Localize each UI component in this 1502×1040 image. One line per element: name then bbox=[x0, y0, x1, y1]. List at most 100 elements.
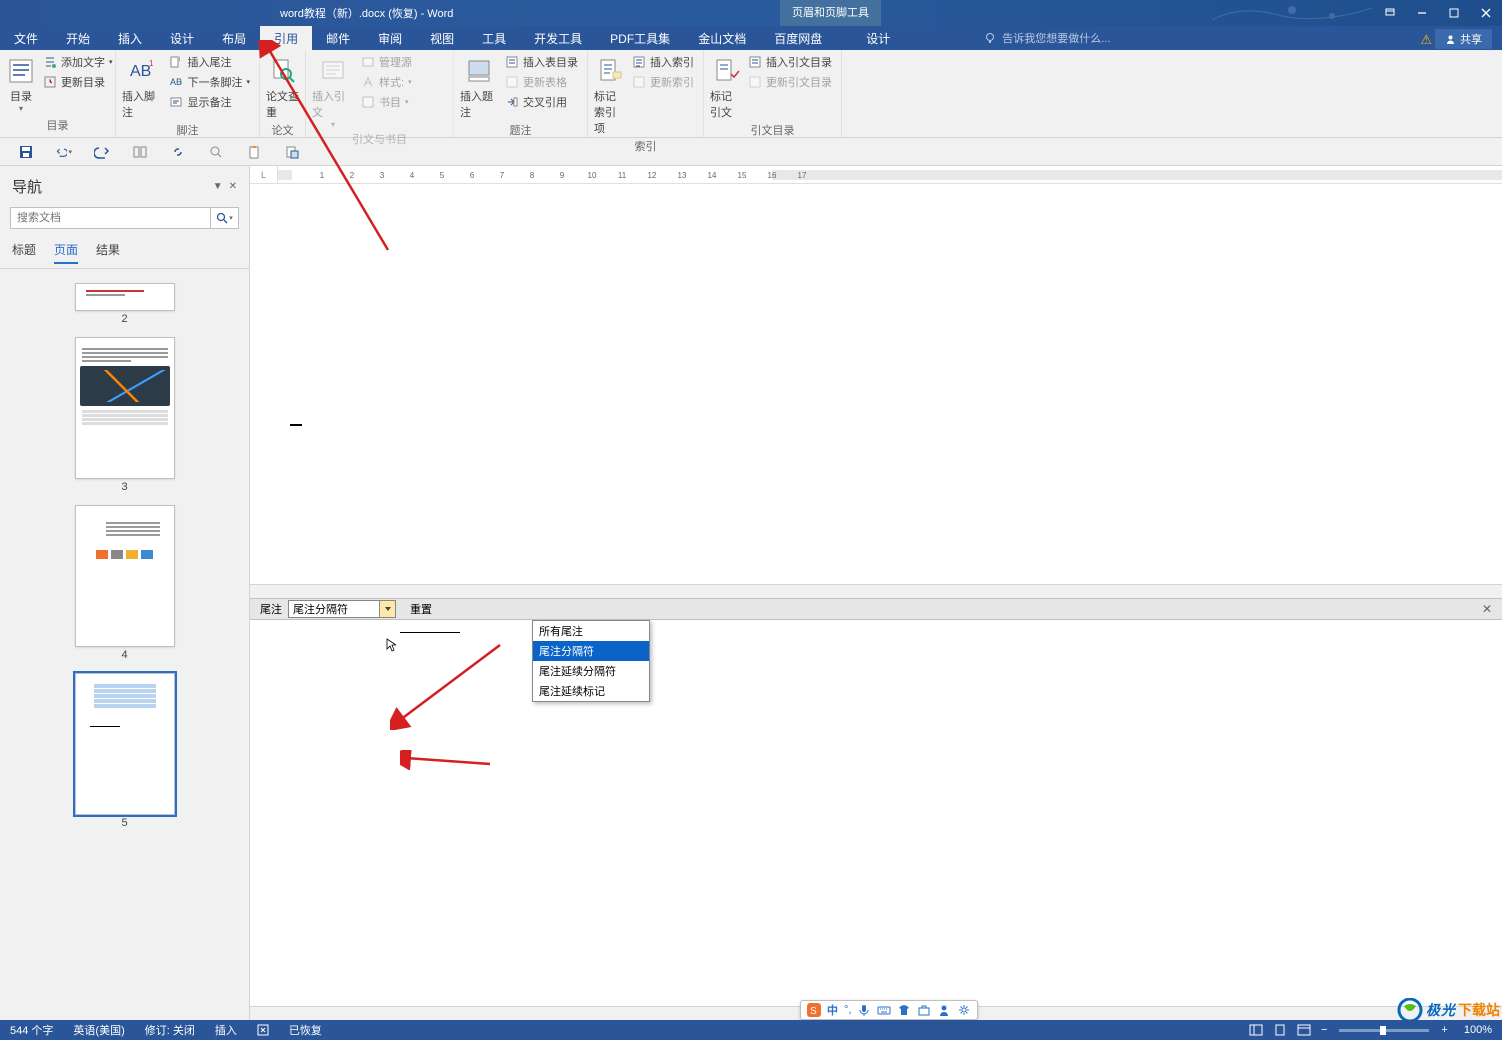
status-insert[interactable]: 插入 bbox=[205, 1022, 247, 1038]
endnote-body[interactable] bbox=[250, 620, 1502, 1020]
view-read-icon[interactable] bbox=[1245, 1020, 1267, 1040]
ime-punct-icon[interactable]: °, bbox=[844, 1004, 851, 1016]
tab-mailings[interactable]: 邮件 bbox=[312, 26, 364, 50]
tab-hf-design[interactable]: 设计 bbox=[852, 26, 904, 50]
redo-button[interactable] bbox=[94, 144, 110, 160]
endnote-close-button[interactable]: ✕ bbox=[1476, 602, 1498, 616]
status-revisions[interactable]: 修订: 关闭 bbox=[135, 1022, 205, 1038]
insert-tof-button[interactable]: 插入表目录 bbox=[502, 52, 581, 72]
close-button[interactable] bbox=[1470, 0, 1502, 26]
view-web-icon[interactable] bbox=[1293, 1020, 1315, 1040]
chevron-down-icon[interactable] bbox=[379, 601, 395, 617]
undo-button[interactable]: ▾ bbox=[56, 144, 72, 160]
insert-caption-button[interactable]: 插入题注 bbox=[460, 52, 498, 120]
tab-pdfkit[interactable]: PDF工具集 bbox=[596, 26, 684, 50]
show-notes-button[interactable]: 显示备注 bbox=[166, 92, 253, 112]
tab-file[interactable]: 文件 bbox=[0, 26, 52, 50]
horizontal-ruler[interactable]: 1234567891011121314151617 bbox=[278, 166, 1502, 183]
endnote-option[interactable]: 尾注分隔符 bbox=[533, 641, 649, 661]
update-index-icon bbox=[632, 75, 646, 89]
tab-devtools[interactable]: 开发工具 bbox=[520, 26, 596, 50]
tell-me-search[interactable]: 告诉我您想要做什么... bbox=[984, 26, 1110, 50]
qat-btn-4[interactable] bbox=[132, 144, 148, 160]
nav-tab-pages[interactable]: 页面 bbox=[54, 241, 78, 264]
page-view[interactable] bbox=[250, 184, 1502, 584]
zoom-level[interactable]: 100% bbox=[1454, 1024, 1502, 1036]
research-button[interactable]: 论文查重 bbox=[266, 52, 299, 120]
endnote-type-select[interactable]: 尾注分隔符 bbox=[288, 600, 396, 618]
endnote-option[interactable]: 所有尾注 bbox=[533, 621, 649, 641]
contextual-tab-group: 页眉和页脚工具 bbox=[780, 0, 881, 26]
bibliography-button[interactable]: 书目 ▾ bbox=[358, 92, 415, 112]
update-toa-button[interactable]: 更新引文目录 bbox=[745, 72, 835, 92]
endnote-reset-button[interactable]: 重置 bbox=[404, 601, 438, 617]
svg-text:6: 6 bbox=[470, 171, 475, 180]
endnote-option[interactable]: 尾注延续分隔符 bbox=[533, 661, 649, 681]
update-index-button[interactable]: 更新索引 bbox=[629, 72, 697, 92]
nav-tab-results[interactable]: 结果 bbox=[96, 241, 120, 264]
mic-icon[interactable] bbox=[857, 1003, 871, 1017]
gear-icon[interactable] bbox=[957, 1003, 971, 1017]
thumb-page-3[interactable] bbox=[75, 337, 175, 479]
tab-home[interactable]: 开始 bbox=[52, 26, 104, 50]
thumb-page-5[interactable] bbox=[75, 673, 175, 815]
save-button[interactable] bbox=[18, 144, 34, 160]
toolbox-icon[interactable] bbox=[917, 1003, 931, 1017]
insert-footnote-button[interactable]: AB1 插入脚注 bbox=[122, 52, 162, 120]
nav-close-icon[interactable]: ✕ bbox=[229, 181, 237, 192]
page-thumbnails[interactable]: 2 3 4 5 bbox=[0, 269, 249, 1020]
mark-entry-button[interactable]: 标记索引项 bbox=[594, 52, 625, 136]
insert-index-button[interactable]: 插入索引 bbox=[629, 52, 697, 72]
insert-endnote-button[interactable]: i 插入尾注 bbox=[166, 52, 253, 72]
status-language[interactable]: 英语(美国) bbox=[63, 1022, 134, 1038]
insert-toa-button[interactable]: 插入引文目录 bbox=[745, 52, 835, 72]
endnote-separator-line bbox=[400, 632, 460, 633]
thumb-page-4[interactable] bbox=[75, 505, 175, 647]
nav-search-button[interactable]: ▾ bbox=[210, 208, 238, 228]
maximize-button[interactable] bbox=[1438, 0, 1470, 26]
update-table-button[interactable]: 更新表格 bbox=[502, 72, 581, 92]
zoom-slider[interactable] bbox=[1339, 1029, 1429, 1032]
search-icon bbox=[216, 212, 228, 224]
view-print-icon[interactable] bbox=[1269, 1020, 1291, 1040]
next-footnote-button[interactable]: AB 下一条脚注 ▾ bbox=[166, 72, 253, 92]
nav-search-input[interactable] bbox=[11, 208, 210, 228]
skin-icon[interactable] bbox=[897, 1003, 911, 1017]
minimize-button[interactable] bbox=[1406, 0, 1438, 26]
nav-tab-headings[interactable]: 标题 bbox=[12, 241, 36, 264]
toc-button[interactable]: 目录 ▾ bbox=[6, 52, 36, 113]
nav-dropdown-icon[interactable]: ▼ bbox=[213, 181, 223, 192]
add-text-button[interactable]: 添加文字 ▾ bbox=[40, 52, 116, 72]
status-macro-icon[interactable] bbox=[247, 1024, 279, 1036]
keyboard-icon[interactable] bbox=[877, 1003, 891, 1017]
citation-style-button[interactable]: 样式: ▾ bbox=[358, 72, 415, 92]
qat-btn-7[interactable] bbox=[246, 144, 262, 160]
share-button[interactable]: 共享 bbox=[1435, 29, 1492, 49]
thumb-page-2[interactable] bbox=[75, 283, 175, 311]
insert-citation-button[interactable]: 插入引文▾ bbox=[312, 52, 354, 129]
tab-references[interactable]: 引用 bbox=[260, 26, 312, 50]
user-icon[interactable] bbox=[937, 1003, 951, 1017]
tab-view[interactable]: 视图 bbox=[416, 26, 468, 50]
status-wordcount[interactable]: 544 个字 bbox=[0, 1022, 63, 1038]
manage-sources-button[interactable]: 管理源 bbox=[358, 52, 415, 72]
qat-btn-6[interactable] bbox=[208, 144, 224, 160]
search-doc-icon bbox=[268, 56, 298, 86]
tab-baidu[interactable]: 百度网盘 bbox=[760, 26, 836, 50]
endnote-option[interactable]: 尾注延续标记 bbox=[533, 681, 649, 701]
ribbon-options-button[interactable] bbox=[1374, 0, 1406, 26]
qat-btn-8[interactable] bbox=[284, 144, 300, 160]
cross-ref-button[interactable]: 交叉引用 bbox=[502, 92, 581, 112]
mark-citation-button[interactable]: 标记引文 bbox=[710, 52, 741, 120]
ime-toolbar[interactable]: S 中 °, bbox=[800, 1000, 978, 1020]
tab-design[interactable]: 设计 bbox=[156, 26, 208, 50]
tab-layout[interactable]: 布局 bbox=[208, 26, 260, 50]
tab-review[interactable]: 审阅 bbox=[364, 26, 416, 50]
h-scrollbar-top[interactable] bbox=[250, 584, 1502, 598]
update-toc-button[interactable]: 更新目录 bbox=[40, 72, 116, 92]
qat-btn-5[interactable] bbox=[170, 144, 186, 160]
tab-wpsdoc[interactable]: 金山文档 bbox=[684, 26, 760, 50]
tab-tools[interactable]: 工具 bbox=[468, 26, 520, 50]
ime-mode[interactable]: 中 bbox=[827, 1002, 838, 1018]
tab-insert[interactable]: 插入 bbox=[104, 26, 156, 50]
